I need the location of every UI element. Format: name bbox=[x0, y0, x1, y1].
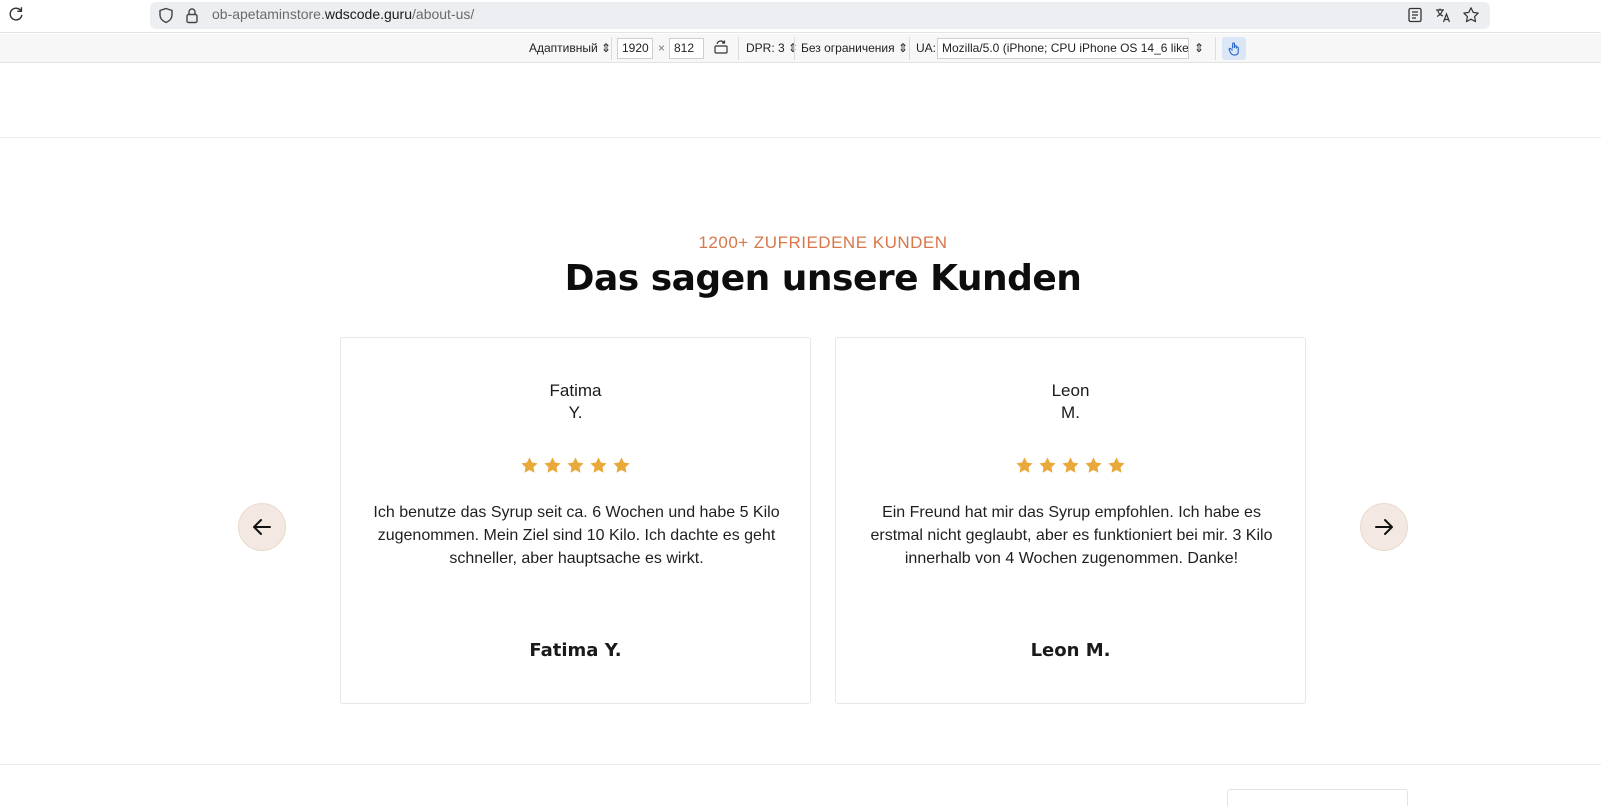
testimonial-name: Fatima Y. bbox=[341, 380, 810, 424]
star-icon bbox=[1016, 457, 1033, 473]
dimension-separator: × bbox=[658, 41, 666, 55]
url-prefix: ob-apetaminstore. bbox=[212, 6, 325, 22]
user-agent-input[interactable]: Mozilla/5.0 (iPhone; CPU iPhone OS 14_6 … bbox=[937, 38, 1189, 59]
star-rating bbox=[341, 456, 810, 475]
testimonial-quote: Ein Freund hat mir das Syrup empfohlen. … bbox=[870, 504, 1273, 567]
star-icon bbox=[1039, 457, 1056, 473]
testimonial-card: Leon M. Ein Freund hat mir das Syrup emp… bbox=[835, 337, 1306, 704]
toolbar-divider bbox=[738, 37, 739, 60]
carousel-next-button[interactable] bbox=[1360, 503, 1408, 551]
star-icon bbox=[1085, 457, 1102, 473]
translate-icon[interactable] bbox=[1434, 6, 1452, 24]
lock-icon[interactable] bbox=[184, 7, 200, 24]
url-path: /about-us/ bbox=[412, 6, 475, 22]
star-icon bbox=[590, 457, 607, 473]
ua-label: UA: bbox=[916, 41, 937, 55]
star-icon bbox=[1062, 457, 1079, 473]
reader-view-icon[interactable] bbox=[1406, 6, 1424, 24]
rotate-viewport-icon[interactable] bbox=[713, 39, 729, 58]
testimonial-author: Leon M. bbox=[1030, 640, 1111, 661]
ua-select-chevron-icon[interactable]: ⇕ bbox=[1194, 41, 1204, 55]
network-throttle-select[interactable]: Без ограничения ⇕ bbox=[801, 41, 908, 55]
url-text[interactable]: ob-apetaminstore.wdscode.guru/about-us/ bbox=[212, 6, 474, 22]
browser-toolbar: ob-apetaminstore.wdscode.guru/about-us/ bbox=[0, 0, 1601, 33]
testimonial-first-name: Fatima bbox=[549, 381, 602, 400]
star-icon bbox=[544, 457, 561, 473]
section-divider bbox=[0, 764, 1601, 765]
throttle-label: Без ограничения bbox=[801, 41, 895, 55]
toolbar-divider bbox=[794, 37, 795, 60]
testimonial-quote: Ich benutze das Syrup seit ca. 6 Wochen … bbox=[373, 504, 780, 567]
testimonial-name: Leon M. bbox=[836, 380, 1305, 424]
testimonial-card: Fatima Y. Ich benutze das Syrup seit ca.… bbox=[340, 337, 811, 704]
toolbar-divider bbox=[909, 37, 910, 60]
partial-footer-box bbox=[1227, 789, 1408, 806]
testimonial-last-initial: Y. bbox=[568, 403, 583, 422]
section-heading: Das sagen unsere Kunden bbox=[564, 258, 1082, 299]
dpr-label: DPR: 3 bbox=[746, 41, 785, 55]
touch-simulation-icon[interactable] bbox=[1222, 37, 1246, 60]
testimonial-author: Fatima Y. bbox=[529, 640, 622, 661]
testimonial-last-initial: M. bbox=[1061, 403, 1080, 422]
url-host: wdscode.guru bbox=[324, 6, 413, 22]
testimonial-first-name: Leon bbox=[1051, 381, 1090, 400]
device-mode-select[interactable]: Адаптивный ⇕ bbox=[529, 41, 611, 55]
star-icon bbox=[1108, 457, 1125, 473]
star-rating bbox=[836, 456, 1305, 475]
toolbar-divider bbox=[1215, 37, 1216, 60]
reload-icon[interactable] bbox=[6, 5, 26, 25]
section-eyebrow: 1200+ ZUFRIEDENE KUNDEN bbox=[698, 233, 948, 252]
toolbar-divider bbox=[611, 37, 612, 60]
bookmark-star-icon[interactable] bbox=[1462, 6, 1480, 24]
viewport-width-input[interactable]: 1920 bbox=[617, 38, 653, 59]
dpr-select[interactable]: DPR: 3 ⇕ bbox=[746, 41, 798, 55]
address-bar[interactable]: ob-apetaminstore.wdscode.guru/about-us/ bbox=[150, 2, 1490, 29]
responsive-design-toolbar: Адаптивный ⇕ 1920 × 812 DPR: 3 ⇕ Без огр… bbox=[0, 34, 1601, 63]
arrow-right-icon bbox=[1375, 519, 1393, 535]
section-divider bbox=[0, 137, 1601, 138]
star-icon bbox=[521, 457, 538, 473]
shield-icon[interactable] bbox=[158, 7, 174, 24]
star-icon bbox=[613, 457, 630, 473]
arrow-left-icon bbox=[253, 519, 271, 535]
viewport-height-input[interactable]: 812 bbox=[669, 38, 704, 59]
url-actions bbox=[1406, 6, 1480, 24]
device-mode-label: Адаптивный bbox=[529, 41, 598, 55]
carousel-prev-button[interactable] bbox=[238, 503, 286, 551]
star-icon bbox=[567, 457, 584, 473]
